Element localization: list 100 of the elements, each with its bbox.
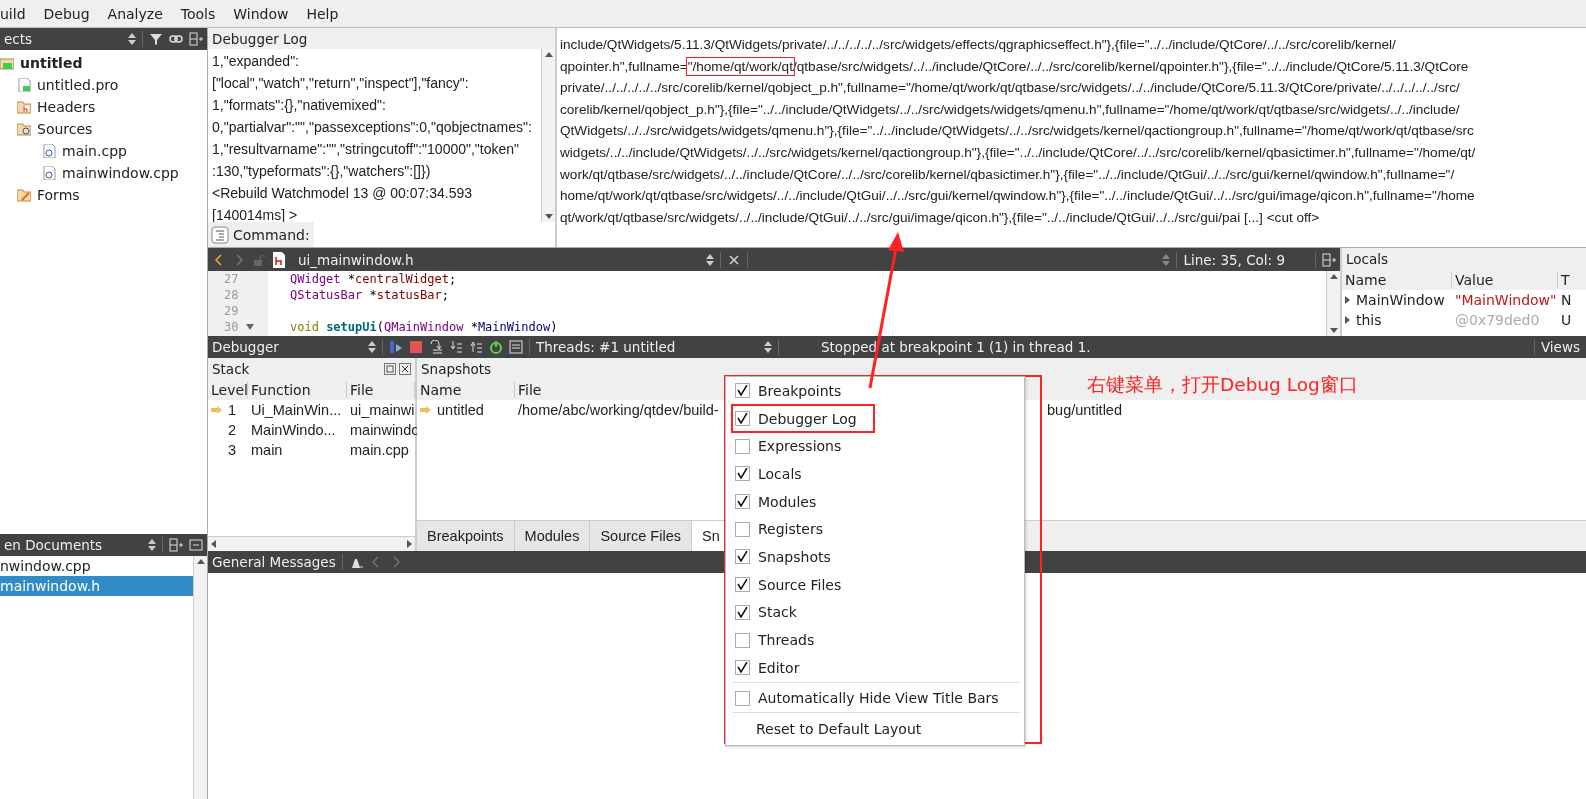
tree-item[interactable]: Forms	[37, 187, 80, 203]
up-down-icon[interactable]	[128, 33, 136, 45]
checkbox[interactable]	[735, 466, 750, 482]
tab[interactable]: Modules	[514, 521, 591, 551]
scroll-down-icon[interactable]	[544, 214, 553, 219]
scrollbar[interactable]	[541, 49, 555, 222]
menu-item[interactable]: Stack	[726, 598, 1024, 627]
forms-folder-icon	[17, 188, 31, 202]
float-icon[interactable]	[384, 362, 396, 375]
menu-item[interactable]: Expressions	[726, 432, 1024, 461]
split-icon[interactable]	[1322, 252, 1336, 267]
highlighted-path: "/home/qt/work/qt	[687, 58, 793, 74]
threads-selector[interactable]: Threads: #1 untitled	[536, 339, 758, 355]
document-item[interactable]: nwindow.cpp	[0, 556, 193, 576]
close-pane-icon[interactable]	[189, 538, 203, 552]
checkbox[interactable]	[735, 690, 750, 706]
scroll-up-icon[interactable]	[544, 52, 553, 57]
checkbox[interactable]	[735, 521, 750, 537]
continue-icon[interactable]	[389, 340, 403, 354]
menu-item[interactable]: Debugger Log	[726, 404, 1024, 433]
log-line: QtWidgets/../../src/widgets/widgets/qmenu.h"},{file="../../include/QtWidgets/../../src/widgets/kernel/qactiongroup.h",fullname="/home/qt/work/qt/qtbase/src	[560, 122, 1475, 141]
column-header[interactable]: Level	[208, 381, 248, 398]
expand-arrow-icon[interactable]	[1345, 316, 1350, 324]
expand-arrow-icon[interactable]	[1345, 296, 1350, 304]
table-cell: 3	[228, 442, 237, 458]
pane-title: Debugger Log	[212, 30, 308, 47]
tab[interactable]: Source Files	[590, 521, 692, 551]
header-file-icon	[272, 251, 286, 268]
column-header[interactable]: File	[347, 381, 415, 398]
document-item[interactable]: mainwindow.h	[0, 576, 193, 596]
cursor-position[interactable]: Line: 35, Col: 9	[1183, 251, 1309, 268]
table-cell: main.cpp	[350, 442, 409, 458]
up-down-icon[interactable]	[368, 341, 376, 353]
menu-item[interactable]: Source Files	[726, 570, 1024, 599]
up-down-icon[interactable]	[1162, 253, 1171, 266]
filter-icon[interactable]	[149, 32, 163, 46]
variable-name: MainWindow	[1356, 292, 1445, 308]
tree-item[interactable]: untitled.pro	[37, 77, 119, 93]
menu-item[interactable]: Locals	[726, 460, 1024, 488]
menu-item[interactable]: uild	[0, 5, 35, 22]
up-down-icon[interactable]	[148, 539, 156, 551]
column-header[interactable]: Value	[1452, 271, 1558, 288]
link-icon[interactable]	[169, 32, 183, 46]
menu-item[interactable]: Window	[224, 5, 298, 22]
menu-item[interactable]: Tools	[171, 5, 225, 22]
scroll-up-icon[interactable]	[1329, 274, 1338, 279]
checkbox[interactable]	[735, 438, 750, 454]
checkbox[interactable]	[735, 411, 750, 427]
scrollbar[interactable]	[1326, 271, 1340, 336]
menu-item[interactable]: Analyze	[98, 5, 172, 22]
file-name[interactable]: ui_mainwindow.h	[292, 251, 701, 268]
up-down-icon[interactable]	[764, 341, 772, 353]
step-out-icon[interactable]	[469, 340, 483, 354]
tree-item[interactable]: main.cpp	[62, 143, 127, 159]
tree-item[interactable]: Sources	[37, 121, 93, 137]
checkbox[interactable]	[735, 632, 750, 648]
restart-icon[interactable]	[489, 340, 503, 354]
split-icon[interactable]	[169, 538, 183, 552]
scroll-left-icon[interactable]	[211, 540, 216, 548]
fold-marker-icon[interactable]	[246, 324, 255, 330]
menu-item[interactable]: Modules	[726, 487, 1024, 516]
menu-item[interactable]: Help	[297, 5, 348, 22]
stop-icon[interactable]	[409, 340, 423, 354]
log-view-icon[interactable]	[509, 340, 523, 354]
up-down-icon[interactable]	[706, 253, 715, 266]
tree-item[interactable]: Headers	[37, 99, 96, 115]
table-cell: 1	[228, 402, 237, 418]
scroll-right-icon[interactable]	[407, 540, 412, 548]
views-button[interactable]: Views	[1540, 339, 1582, 355]
tree-item[interactable]: untitled	[20, 55, 83, 71]
tree-item[interactable]: mainwindow.cpp	[62, 165, 179, 181]
menu-item[interactable]: Debug	[34, 5, 99, 22]
checkbox[interactable]	[735, 660, 750, 676]
checkbox[interactable]	[735, 577, 750, 593]
table-cell: untitled	[437, 402, 484, 418]
scroll-down-icon[interactable]	[1329, 328, 1338, 333]
menu-item[interactable]: Threads	[726, 626, 1024, 654]
close-icon[interactable]	[399, 362, 411, 375]
pane-title: Debugger	[212, 339, 280, 355]
command-input[interactable]	[313, 222, 555, 247]
scrollbar[interactable]	[193, 556, 207, 799]
menu-item[interactable]: Editor	[726, 653, 1024, 682]
menu-item[interactable]: Reset to Default Layout	[726, 715, 1024, 743]
menu-item[interactable]: Automatically Hide View Title Bars	[726, 684, 1024, 713]
variable-name: this	[1356, 312, 1382, 328]
split-icon[interactable]	[189, 32, 203, 46]
line-number: 28	[224, 288, 239, 302]
scrollbar[interactable]	[208, 536, 415, 551]
column-header[interactable]: T	[1558, 271, 1586, 288]
checkbox[interactable]	[735, 383, 750, 399]
column-header[interactable]: Name	[417, 381, 515, 398]
step-into-icon[interactable]	[449, 340, 463, 354]
scroll-up-icon[interactable]	[196, 559, 205, 564]
checkbox[interactable]	[735, 549, 750, 565]
checkbox[interactable]	[735, 604, 750, 620]
step-over-icon[interactable]	[429, 340, 443, 354]
column-header[interactable]: Name	[1342, 271, 1452, 288]
column-header[interactable]: Function	[248, 381, 347, 398]
tab[interactable]: Breakpoints	[417, 521, 515, 551]
checkbox[interactable]	[735, 494, 750, 510]
